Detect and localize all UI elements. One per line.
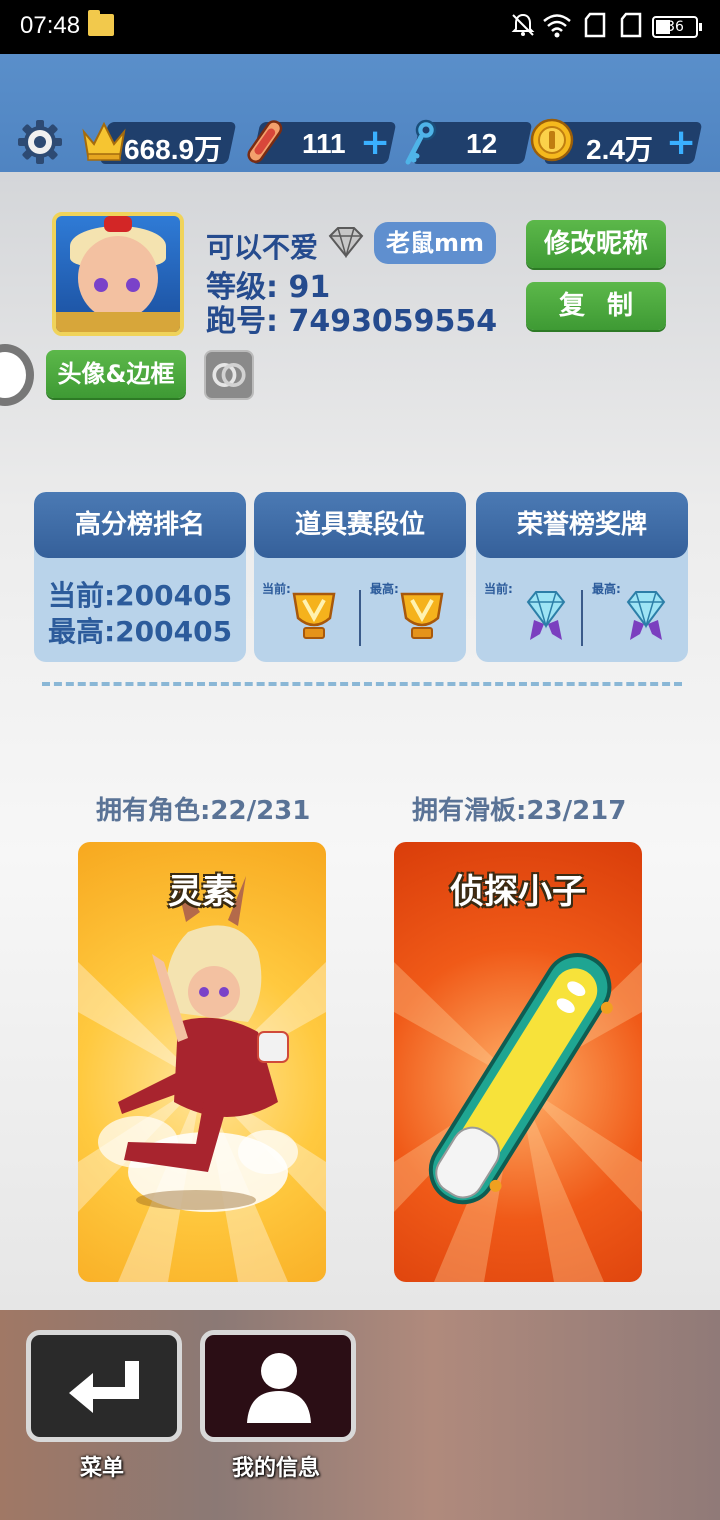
avatar[interactable] (52, 212, 184, 336)
medal-best-label: 最高: (592, 582, 621, 596)
nickname: 可以不爱 (206, 231, 319, 264)
rank-best: 最高:200405 (47, 615, 233, 648)
high-score-rank-card[interactable]: 高分榜排名 当前:200405 最高:200405 (34, 492, 246, 662)
card-title: 高分榜排名 (34, 492, 246, 558)
status-bar: 07:48 36 (0, 0, 720, 54)
copy-button[interactable]: 复制 (526, 282, 666, 330)
diamond-icon (328, 227, 364, 258)
player-run-id: 跑号: 7493059554 (206, 304, 498, 339)
medal-current-label: 当前: (484, 582, 513, 596)
medal-icon (626, 591, 666, 640)
my-info-button[interactable] (200, 1330, 356, 1442)
battery-icon: 36 (652, 16, 702, 38)
owned-skateboards-count: 拥有滑板:23/217 (412, 796, 627, 826)
crown-icon (82, 121, 126, 161)
coin-icon (530, 118, 574, 162)
key-icon (405, 119, 437, 165)
sim2-icon (620, 12, 642, 38)
trophy-icon (400, 592, 444, 639)
battery-level: 36 (666, 19, 684, 35)
bell-muted-icon (511, 13, 535, 36)
rings-icon[interactable] (204, 350, 254, 400)
gear-icon[interactable] (16, 118, 64, 166)
skateboard-card[interactable]: 侦探小子 (394, 842, 642, 1282)
rename-button[interactable]: 修改昵称 (526, 220, 666, 268)
card-title: 道具赛段位 (254, 492, 466, 558)
honor-medal-card[interactable]: 荣誉榜奖牌 当前: 最高: (476, 492, 688, 662)
add-skateboards-plus-icon[interactable]: + (360, 125, 390, 161)
character-card[interactable]: 灵素 (78, 842, 326, 1282)
card-title: 荣誉榜奖牌 (476, 492, 688, 558)
medal-icon (526, 591, 566, 640)
wifi-icon (543, 14, 571, 38)
coins-value: 2.4万 (586, 134, 653, 165)
person-icon (247, 1353, 311, 1423)
sim1-icon (584, 12, 606, 38)
player-tag: 老鼠mm (374, 222, 496, 264)
menu-label: 菜单 (80, 1456, 125, 1481)
item-race-tier-card[interactable]: 道具赛段位 当前: 最高: (254, 492, 466, 662)
owned-characters-count: 拥有角色:22/231 (96, 796, 311, 826)
crowns-value: 668.9万 (124, 134, 223, 165)
avatar-frame-button[interactable]: 头像&边框 (46, 350, 186, 398)
my-info-label: 我的信息 (232, 1456, 321, 1481)
rank-current: 当前:200405 (47, 579, 233, 612)
folder-icon (88, 10, 114, 36)
return-icon (69, 1361, 139, 1413)
character-name: 灵素 (168, 872, 236, 912)
skateboard-name: 侦探小子 (450, 872, 586, 912)
section-divider (42, 682, 682, 686)
skateboards-value: 111 (302, 128, 346, 159)
skateboard-icon (247, 120, 283, 163)
menu-button[interactable] (26, 1330, 182, 1442)
keys-value: 12 (466, 128, 498, 159)
status-time: 07:48 (20, 12, 81, 39)
trophy-icon (292, 592, 336, 639)
add-coins-plus-icon[interactable]: + (666, 125, 696, 161)
